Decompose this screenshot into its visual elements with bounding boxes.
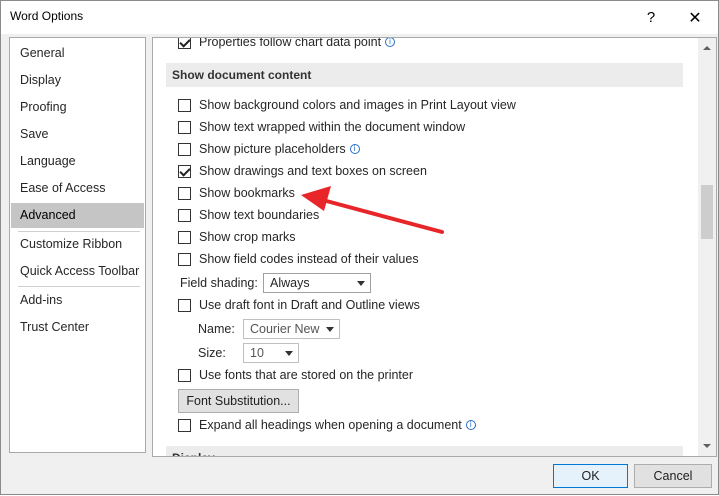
nav-item-general[interactable]: General <box>11 41 144 66</box>
option-show-crop-marks[interactable]: Show crop marks <box>178 228 296 246</box>
nav-item-trust-center[interactable]: Trust Center <box>11 315 144 340</box>
word-options-dialog: Word Options ? ✕ General Display Proofin… <box>0 0 719 495</box>
font-name-value: Courier New <box>250 322 320 336</box>
option-expand-headings[interactable]: Expand all headings when opening a docum… <box>178 416 476 434</box>
option-label: Expand all headings when opening a docum… <box>199 418 462 432</box>
checkbox[interactable] <box>178 208 191 222</box>
nav-item-ease-of-access[interactable]: Ease of Access <box>11 176 144 201</box>
checkbox[interactable] <box>178 252 191 266</box>
chevron-down-icon <box>357 281 365 286</box>
draft-font-size-select[interactable]: 10 <box>243 343 299 363</box>
field-shading-value: Always <box>270 276 310 290</box>
draft-font-name-select[interactable]: Courier New <box>243 319 340 339</box>
checkbox[interactable] <box>178 418 191 432</box>
nav-item-add-ins[interactable]: Add-ins <box>11 288 144 313</box>
option-label: Properties follow chart data point <box>199 37 382 49</box>
close-button[interactable]: ✕ <box>673 1 717 34</box>
option-printer-fonts[interactable]: Use fonts that are stored on the printer <box>178 366 413 384</box>
checkbox[interactable] <box>178 120 191 134</box>
option-properties-follow-chart[interactable]: Properties follow chart data point i <box>178 37 396 51</box>
option-show-field-codes[interactable]: Show field codes instead of their values <box>178 250 419 268</box>
option-show-drawings[interactable]: Show drawings and text boxes on screen <box>178 162 427 180</box>
section-header-display: Display <box>166 446 683 456</box>
font-size-value: 10 <box>250 346 264 360</box>
option-show-text-boundaries[interactable]: Show text boundaries <box>178 206 319 224</box>
checkbox[interactable] <box>178 142 191 156</box>
font-substitution-button[interactable]: Font Substitution... <box>178 389 299 413</box>
option-label: Show picture placeholders <box>199 142 346 156</box>
chevron-down-icon <box>285 351 293 356</box>
nav-item-customize-ribbon[interactable]: Customize Ribbon <box>11 232 144 257</box>
nav-separator <box>18 286 140 287</box>
title-bar: Word Options ? ✕ <box>1 1 718 34</box>
option-show-bookmarks[interactable]: Show bookmarks <box>178 184 295 202</box>
name-label: Name: <box>198 322 235 336</box>
advanced-options-panel[interactable]: Properties follow chart data point i Sho… <box>152 37 717 457</box>
chevron-down-icon <box>326 327 334 332</box>
option-label: Show text boundaries <box>199 208 320 222</box>
option-show-text-wrapped[interactable]: Show text wrapped within the document wi… <box>178 118 465 136</box>
option-use-draft-font[interactable]: Use draft font in Draft and Outline view… <box>178 296 420 314</box>
help-button[interactable]: ? <box>629 1 673 34</box>
nav-item-language[interactable]: Language <box>11 149 144 174</box>
info-icon: i <box>385 38 396 47</box>
nav-item-proofing[interactable]: Proofing <box>11 95 144 120</box>
field-shading-select[interactable]: Always <box>263 273 371 293</box>
info-icon: i <box>465 420 476 430</box>
size-label: Size: <box>198 346 226 360</box>
nav-item-quick-access-toolbar[interactable]: Quick Access Toolbar <box>11 259 144 284</box>
checkbox[interactable] <box>178 186 191 200</box>
checkmark-icon[interactable] <box>178 38 191 49</box>
window-title: Word Options <box>10 9 84 23</box>
option-label: Show crop marks <box>199 230 296 244</box>
option-label: Show bookmarks <box>199 186 295 200</box>
field-shading-label: Field shading: <box>180 276 258 290</box>
checkbox[interactable] <box>178 230 191 244</box>
options-nav: General Display Proofing Save Language E… <box>9 37 146 453</box>
vertical-scrollbar[interactable] <box>698 38 716 456</box>
nav-item-advanced[interactable]: Advanced <box>11 203 144 228</box>
ok-button[interactable]: OK <box>553 464 628 488</box>
cancel-button[interactable]: Cancel <box>634 464 712 488</box>
option-label: Show text wrapped within the document wi… <box>199 120 466 134</box>
option-show-picture-placeholders[interactable]: Show picture placeholders i <box>178 140 360 158</box>
option-label: Use draft font in Draft and Outline view… <box>199 298 420 312</box>
checkbox[interactable] <box>178 98 191 112</box>
checkbox[interactable] <box>178 298 191 312</box>
checkbox[interactable] <box>178 368 191 382</box>
scrollbar-thumb[interactable] <box>701 185 713 239</box>
option-label: Show background colors and images in Pri… <box>199 98 516 112</box>
section-header-show-document-content: Show document content <box>166 63 683 87</box>
scroll-up-icon[interactable] <box>703 46 711 50</box>
option-label: Show drawings and text boxes on screen <box>199 164 427 178</box>
nav-item-display[interactable]: Display <box>11 68 144 93</box>
option-label: Use fonts that are stored on the printer <box>199 368 414 382</box>
option-show-background-colors[interactable]: Show background colors and images in Pri… <box>178 96 516 114</box>
checkmark-icon[interactable] <box>178 164 191 178</box>
nav-item-save[interactable]: Save <box>11 122 144 147</box>
option-label: Show field codes instead of their values <box>199 252 419 266</box>
info-icon: i <box>349 144 360 154</box>
scroll-down-icon[interactable] <box>703 444 711 448</box>
